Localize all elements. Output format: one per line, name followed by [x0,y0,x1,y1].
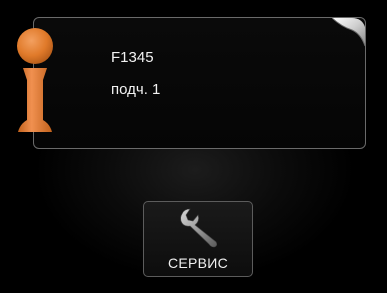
info-icon [17,28,53,132]
page-curl-decoration [332,17,366,47]
service-button-label: СЕРВИС [167,255,229,271]
device-model: F1345 [111,49,154,66]
sub-unit-label: подч. 1 [111,81,161,98]
wrench-icon [180,208,217,248]
service-button[interactable]: СЕРВИС [143,201,253,277]
screen: F1345 подч. 1 СЕРВИС [0,0,387,293]
info-panel: F1345 подч. 1 [33,17,366,149]
